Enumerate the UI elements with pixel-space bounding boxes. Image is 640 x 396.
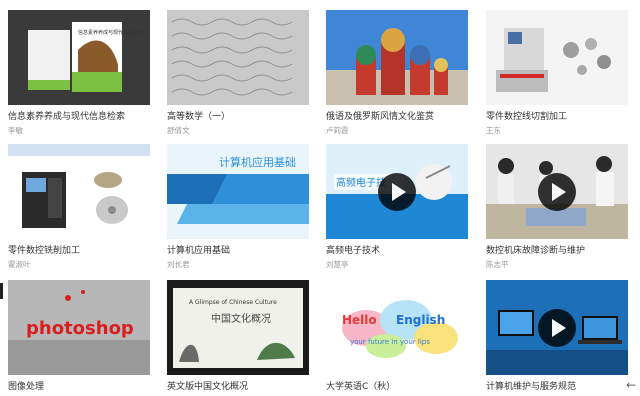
course-card-6[interactable]: 计算机应用基础 计算机应用基础 刘长君 xyxy=(167,144,309,270)
book-cover-title: 信息素养养成与现代信息检索 xyxy=(78,29,143,36)
course-thumbnail[interactable]: photoshop xyxy=(8,280,150,375)
course-author: 刘长君 xyxy=(167,260,190,269)
course-title[interactable]: 高频电子技术 xyxy=(326,245,468,257)
course-card-9[interactable]: photoshop 图像处理 xyxy=(8,280,150,396)
course-title[interactable]: 大学英语C（秋） xyxy=(326,381,468,393)
course-card-8[interactable]: 数控机床故障诊断与维护 陈志平 xyxy=(486,144,628,270)
course-thumbnail[interactable] xyxy=(326,10,468,105)
hello-text: Hello xyxy=(342,313,377,327)
course-thumbnail[interactable]: 高频电子技 xyxy=(326,144,468,239)
course-title[interactable]: 零件数控铣削加工 xyxy=(8,245,150,257)
course-title[interactable]: 计算机维护与服务规范 xyxy=(486,381,628,393)
back-arrow-icon[interactable]: ← xyxy=(626,378,636,392)
course-author: 舒倩文 xyxy=(167,126,190,135)
english-text: English xyxy=(396,313,445,327)
course-title[interactable]: 高等数学（一） xyxy=(167,111,309,123)
course-thumbnail[interactable]: Hello English your future in your lips xyxy=(326,280,468,375)
left-edge-marker xyxy=(0,283,3,299)
cnc-mill-image xyxy=(8,144,150,239)
play-icon[interactable] xyxy=(378,172,416,211)
computer-banner-text: 计算机应用基础 xyxy=(219,155,296,169)
course-title[interactable]: 俄语及俄罗斯风情文化鉴赏 xyxy=(326,111,468,123)
course-card-7[interactable]: 高频电子技 高频电子技术 刘慧亭 xyxy=(326,144,468,270)
sub-text: your future in your lips xyxy=(350,338,430,346)
course-author: 王东 xyxy=(486,126,501,135)
wire-edm-machine-image xyxy=(486,10,628,105)
book-cover-image: 信息素养养成与现代信息检索 xyxy=(8,10,150,105)
course-card-5[interactable]: 零件数控铣削加工 霍淑叶 xyxy=(8,144,150,270)
computer-banner-image: 计算机应用基础 xyxy=(167,144,309,239)
course-thumbnail[interactable]: 计算机应用基础 xyxy=(167,144,309,239)
course-card-12[interactable]: 计算机维护与服务规范 xyxy=(486,280,628,396)
culture-en-text: A Glimpse of Chinese Culture xyxy=(189,299,277,306)
course-title[interactable]: 数控机床故障诊断与维护 xyxy=(486,245,628,257)
course-author: 卢莉霞 xyxy=(326,126,349,135)
course-thumbnail[interactable] xyxy=(486,144,628,239)
culture-cn-text: 中国文化概况 xyxy=(211,312,271,325)
course-title[interactable]: 计算机应用基础 xyxy=(167,245,309,257)
photoshop-text: photoshop xyxy=(26,318,134,339)
course-thumbnail[interactable] xyxy=(486,10,628,105)
photoshop-image: photoshop xyxy=(8,280,150,375)
hello-english-image: Hello English your future in your lips xyxy=(326,280,468,375)
course-title[interactable]: 信息素养养成与现代信息检索 xyxy=(8,111,150,123)
course-title[interactable]: 零件数控线切割加工 xyxy=(486,111,628,123)
course-thumbnail[interactable] xyxy=(486,280,628,375)
course-title[interactable]: 图像处理 xyxy=(8,381,150,393)
course-author: 霍淑叶 xyxy=(8,260,31,269)
course-card-2[interactable]: 高等数学（一） 舒倩文 xyxy=(167,10,309,136)
course-card-10[interactable]: A Glimpse of Chinese Culture 中国文化概况 英文版中… xyxy=(167,280,309,396)
course-card-1[interactable]: 信息素养养成与现代信息检索 信息素养养成与现代信息检索 李敏 xyxy=(8,10,150,136)
handwriting-image xyxy=(167,10,309,105)
course-author: 陈志平 xyxy=(486,260,509,269)
course-card-11[interactable]: Hello English your future in your lips 大… xyxy=(326,280,468,396)
play-icon[interactable] xyxy=(538,308,576,347)
course-card-4[interactable]: 零件数控线切割加工 王东 xyxy=(486,10,628,136)
course-author: 刘慧亭 xyxy=(326,260,349,269)
course-thumbnail[interactable] xyxy=(167,10,309,105)
chinese-culture-image: A Glimpse of Chinese Culture 中国文化概况 xyxy=(167,280,309,375)
course-title[interactable]: 英文版中国文化概况 xyxy=(167,381,309,393)
course-grid: 信息素养养成与现代信息检索 信息素养养成与现代信息检索 李敏 高等数学（一） 舒… xyxy=(0,0,640,396)
course-thumbnail[interactable]: 信息素养养成与现代信息检索 xyxy=(8,10,150,105)
course-card-3[interactable]: 俄语及俄罗斯风情文化鉴赏 卢莉霞 xyxy=(326,10,468,136)
cathedral-image xyxy=(326,10,468,105)
course-thumbnail[interactable]: A Glimpse of Chinese Culture 中国文化概况 xyxy=(167,280,309,375)
course-author: 李敏 xyxy=(8,126,23,135)
course-thumbnail[interactable] xyxy=(8,144,150,239)
play-icon[interactable] xyxy=(538,172,576,211)
